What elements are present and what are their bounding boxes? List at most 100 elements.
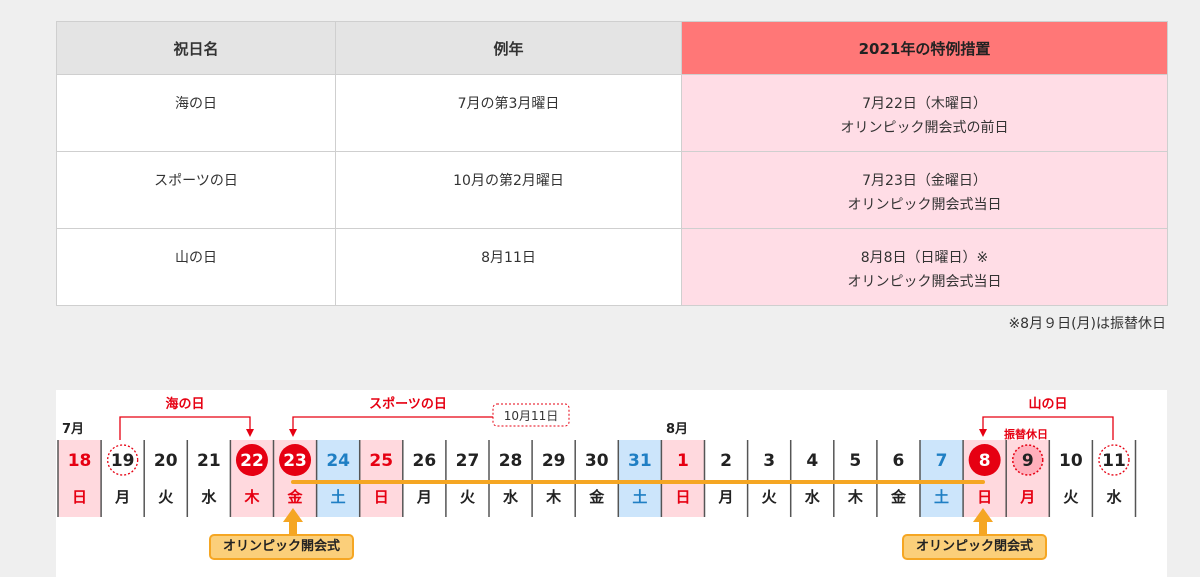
holiday-name-cell: 山の日: [56, 228, 336, 306]
day-cell: 21 水: [186, 440, 221, 517]
header-usual: 例年: [335, 21, 682, 75]
day-number: 3: [763, 451, 775, 471]
label-furikae: 振替休日: [1004, 427, 1048, 441]
special-date-cell: 7月22日（木曜日） オリンピック開会式の前日: [681, 74, 1168, 152]
special-date: 7月22日（木曜日）: [862, 96, 987, 112]
label-yama-no-hi: 山の日: [1028, 396, 1067, 412]
special-date-cell: 8月8日（日曜日）※ オリンピック開会式当日: [681, 228, 1168, 306]
weekday-label: 火: [158, 488, 174, 506]
month-label-august: 8月: [666, 422, 688, 437]
day-cell: 24 土: [315, 440, 360, 517]
weekday-label: 土: [934, 488, 949, 506]
table-row: 山の日 8月11日 8月8日（日曜日）※ オリンピック開会式当日: [56, 228, 1168, 306]
weekday-label: 日: [72, 488, 87, 506]
day-cell: 8日: [962, 440, 1007, 517]
weekday-label: 水: [201, 488, 217, 506]
header-holiday-name: 祝日名: [56, 21, 336, 75]
day-cell: 23 金: [272, 440, 317, 517]
day-number: 10: [1059, 451, 1083, 471]
weekday-label: 月: [1019, 488, 1035, 506]
day-cell: 26 月: [402, 440, 436, 517]
weekday-label: 火: [460, 488, 476, 506]
day-number: 29: [542, 451, 566, 471]
holiday-name-cell: スポーツの日: [56, 151, 336, 229]
holiday-name-cell: 海の日: [56, 74, 336, 152]
day-cell: 9月: [1005, 440, 1050, 517]
day-number: 4: [806, 451, 818, 471]
day-cell: 22 木: [229, 440, 274, 517]
day-number: 31: [628, 451, 652, 471]
day-number: 2: [720, 451, 732, 471]
weekday-label: 水: [1106, 488, 1122, 506]
day-number: 1: [677, 451, 689, 471]
weekday-label: 月: [416, 488, 432, 506]
special-date-cell: 7月23日（金曜日） オリンピック開会式当日: [681, 151, 1168, 229]
substitute-holiday-note: ※8月９日(月)は振替休日: [1008, 316, 1166, 332]
day-number: 20: [154, 451, 178, 471]
day-cell: 29 木: [531, 440, 566, 517]
weekday-label: 金: [287, 488, 304, 506]
weekday-label: 土: [632, 488, 647, 506]
day-number: 23: [283, 451, 307, 471]
day-cell: 27 火: [445, 440, 480, 517]
weekday-label: 金: [890, 488, 907, 506]
day-cell: 11 水: [1091, 440, 1130, 517]
weekday-label: 水: [503, 488, 519, 506]
day-number: 8: [979, 451, 991, 471]
special-reason: オリンピック開会式の前日: [840, 120, 1009, 136]
month-label-july: 7月: [62, 422, 84, 437]
special-reason: オリンピック開会式当日: [847, 274, 1002, 290]
day-cell: 31 土: [617, 440, 662, 517]
weekday-label: 水: [805, 488, 821, 506]
day-number: 21: [197, 451, 221, 471]
day-cell: 18 日: [57, 440, 102, 517]
umi-no-hi-bracket: 海の日: [119, 396, 254, 440]
day-number: 7: [936, 451, 948, 471]
weekday-label: 火: [1063, 488, 1079, 506]
day-number: 25: [369, 451, 393, 471]
label-sports-original-date: 10月11日: [504, 409, 559, 423]
special-reason: オリンピック開会式当日: [847, 197, 1002, 213]
day-cell: 28 水: [488, 440, 523, 517]
day-number: 19: [111, 451, 135, 471]
weekday-label: 土: [331, 488, 346, 506]
special-date: 7月23日（金曜日）: [862, 173, 987, 189]
day-cell: 25 日: [358, 440, 403, 517]
day-number: 6: [893, 451, 905, 471]
closing-ceremony-tag: オリンピック閉会式: [902, 534, 1048, 560]
day-cell: 10 火: [1048, 440, 1083, 517]
day-number: 5: [849, 451, 861, 471]
day-cells: 18日19月20火21水22木23金24土25日26月27火28水29木30金3…: [57, 440, 1137, 517]
day-cell: 20 火: [143, 440, 178, 517]
day-number: 30: [585, 451, 609, 471]
sports-no-hi-bracket: スポーツの日 10月11日: [289, 396, 570, 437]
table-row: スポーツの日 10月の第2月曜日 7月23日（金曜日） オリンピック開会式当日: [56, 151, 1168, 229]
table-row: 海の日 7月の第3月曜日 7月22日（木曜日） オリンピック開会式の前日: [56, 74, 1168, 152]
day-cell: 3火: [746, 440, 778, 517]
weekday-label: 日: [675, 488, 690, 506]
weekday-label: 木: [545, 488, 562, 506]
day-number: 18: [68, 451, 92, 471]
day-cell: 2月: [703, 440, 734, 517]
weekday-label: 日: [374, 488, 389, 506]
usual-date-cell: 8月11日: [335, 228, 682, 306]
usual-date-cell: 7月の第3月曜日: [335, 74, 682, 152]
yama-no-hi-bracket: 山の日 振替休日: [979, 396, 1114, 441]
day-number: 22: [240, 451, 264, 471]
table-header-row: 祝日名 例年 2021年の特例措置: [56, 21, 1168, 75]
weekday-label: 木: [243, 488, 260, 506]
day-cell: 7土: [919, 440, 964, 517]
header-special-2021: 2021年の特例措置: [681, 21, 1168, 75]
day-cell: 4水: [789, 440, 821, 517]
weekday-label: 月: [718, 488, 734, 506]
day-cell: 5木: [833, 440, 864, 517]
day-number: 27: [456, 451, 480, 471]
label-umi-no-hi: 海の日: [165, 396, 204, 412]
day-number: 9: [1022, 451, 1034, 471]
day-cell: 1日: [660, 440, 705, 517]
weekday-label: 月: [114, 488, 130, 506]
weekday-label: 木: [847, 488, 864, 506]
weekday-label: 日: [977, 488, 992, 506]
day-number: 28: [499, 451, 523, 471]
opening-ceremony-tag: オリンピック開会式: [209, 534, 355, 560]
